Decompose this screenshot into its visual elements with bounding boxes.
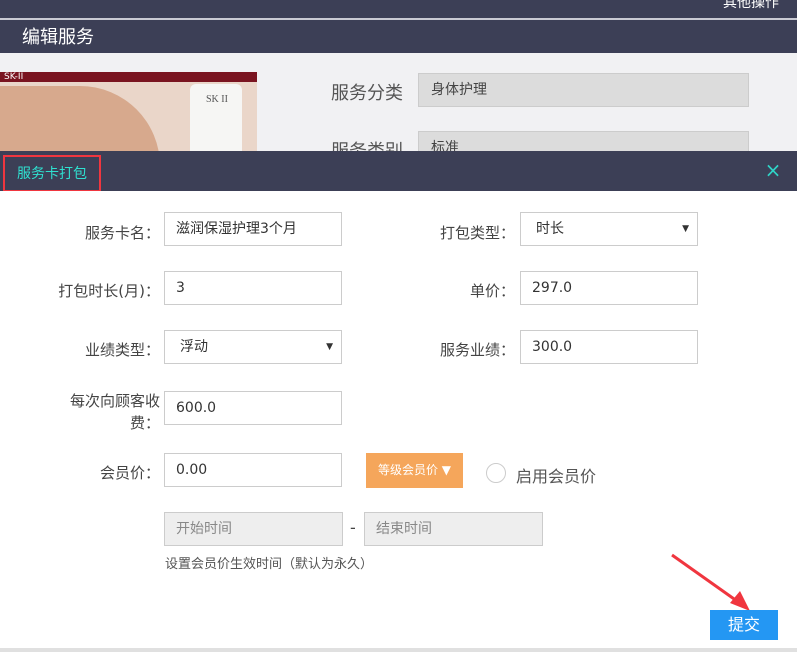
modal-header: 服务卡打包 × [0,151,797,192]
annotation-arrow-icon [671,553,750,611]
charge-input[interactable]: 600.0 [164,391,342,425]
promo-product-tube: SK II [190,84,242,151]
effective-time-hint: 设置会员价生效时间（默认为永久） [165,557,374,572]
unit-price-label: 单价： [469,282,515,300]
package-type-select[interactable]: 时长 ▼ [520,212,698,246]
charge-label-line2: 费： [129,414,160,432]
enable-member-price-radio[interactable] [486,463,506,483]
top-bar: 其他操作 [0,0,797,20]
modal-title: 服务卡打包 [3,155,101,192]
top-action-link[interactable]: 其他操作 [723,0,779,12]
chevron-down-icon: ▼ [326,342,333,352]
submit-button[interactable]: 提交 [710,610,778,640]
package-type-label: 打包类型： [439,224,515,242]
page-title: 编辑服务 [22,27,94,48]
promo-face-shape [0,86,160,151]
charge-label-line1: 每次向顾客收 [69,392,160,410]
bottom-divider [0,648,797,652]
service-category-field[interactable]: 身体护理 [418,73,749,107]
enable-member-price-label[interactable]: 启用会员价 [516,463,596,487]
perf-type-value: 浮动 [180,339,208,355]
duration-input[interactable]: 3 [164,271,342,305]
close-icon[interactable]: × [763,160,783,180]
level-button-label: 等级会员价 [377,463,438,477]
promo-tube-label: SK II [206,94,228,105]
member-price-input[interactable]: 0.00 [164,453,342,487]
card-name-label: 服务卡名： [84,224,160,242]
promo-strip: SK-II [0,72,257,82]
unit-price-input[interactable]: 297.0 [520,271,698,305]
member-price-label: 会员价： [99,464,160,482]
chevron-down-icon: ▼ [682,224,689,234]
caret-down-icon: ▼ [437,463,452,477]
perf-type-select[interactable]: 浮动 ▼ [164,330,342,364]
level-member-price-button[interactable]: 等级会员价 ▼ [366,453,463,488]
duration-label: 打包时长(月)： [58,282,160,300]
end-time-input[interactable]: 结束时间 [364,512,543,546]
service-perf-label: 服务业绩： [439,341,515,359]
page-header: 编辑服务 [0,20,797,53]
start-time-input[interactable]: 开始时间 [164,512,343,546]
service-image: SK-II SK II [0,72,257,151]
perf-type-label: 业绩类型： [84,341,160,359]
service-category-label: 服务分类 [331,83,403,104]
card-name-input[interactable]: 滋润保湿护理3个月 [164,212,342,246]
service-perf-input[interactable]: 300.0 [520,330,698,364]
package-type-value: 时长 [536,221,564,237]
range-separator: - [350,518,356,537]
promo-brand: SK-II [4,72,24,82]
